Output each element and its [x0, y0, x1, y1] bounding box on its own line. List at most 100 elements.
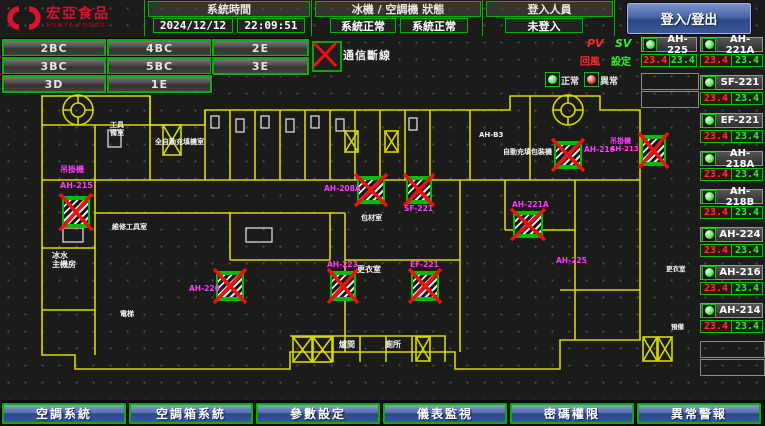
- unit-values-ah-224: 23.423.4: [700, 244, 763, 257]
- unit-name-label: AH-214: [718, 305, 762, 316]
- led-glyph: [705, 40, 714, 49]
- offline-unit-icon[interactable]: [411, 271, 439, 301]
- unit-tile-ah-216[interactable]: AH-216: [700, 265, 763, 280]
- status-led-icon: [702, 76, 716, 90]
- pv-value: 23.4: [701, 169, 732, 180]
- unit-values-ah-218b: 23.423.4: [700, 206, 763, 219]
- equipment-label: AH-225: [556, 257, 587, 265]
- sv-value: 23.4: [732, 169, 762, 180]
- unit-tile-ah-218b[interactable]: AH-218B: [700, 189, 763, 204]
- unit-name-label: AH-225: [659, 34, 696, 56]
- equipment-label: AH-221A: [512, 201, 549, 209]
- equipment-label: SF-221: [404, 205, 433, 213]
- equipment-label: EF-221: [410, 261, 439, 269]
- pv-value: 23.4: [701, 245, 732, 256]
- hmi-screen: 宏亞食品 HUNYA FOODS 系統時間 2024/12/12 22:09:5…: [0, 0, 765, 426]
- equipment-label: 吊掛機: [60, 166, 84, 175]
- nav-button-5[interactable]: 密碼權限: [510, 403, 634, 424]
- unit-values-ah-216: 23.423.4: [700, 282, 763, 295]
- pv-value: 23.4: [701, 321, 732, 332]
- sv-value: 23.4: [732, 321, 762, 332]
- led-glyph: [646, 40, 655, 49]
- room-label: 更衣室: [357, 266, 381, 275]
- sv-value: 23.4: [732, 93, 762, 104]
- status-led-icon: [643, 38, 657, 52]
- empty-tile: [641, 73, 699, 90]
- status-led-icon: [702, 266, 716, 280]
- led-glyph: [705, 230, 714, 239]
- room-label: 電梯: [120, 311, 134, 319]
- bottom-navigation: 空調系統空調箱系統參數設定儀表監視密碼權限異常警報: [0, 399, 765, 426]
- unit-values-ah-225: 23.423.4: [641, 54, 697, 67]
- nav-button-4[interactable]: 儀表監視: [383, 403, 507, 424]
- unit-name-label: AH-221A: [718, 34, 762, 56]
- unit-values-ef-221: 23.423.4: [700, 130, 763, 143]
- status-led-icon: [702, 190, 716, 204]
- unit-values-ah-221a: 23.423.4: [700, 54, 763, 67]
- nav-button-1[interactable]: 空調系統: [2, 403, 126, 424]
- room-label: AH-B3: [479, 132, 503, 140]
- status-led-icon: [702, 228, 716, 242]
- room-label: 工具 備室: [110, 122, 124, 137]
- room-label: 爐間: [339, 341, 355, 350]
- equipment-label: AH-215: [60, 182, 93, 191]
- unit-tile-ah-221a[interactable]: AH-221A: [700, 37, 763, 52]
- room-label: 更衣室: [666, 266, 686, 273]
- room-label: 全自動充填機室: [155, 139, 204, 147]
- status-led-icon: [702, 152, 716, 166]
- unit-tile-ef-221[interactable]: EF-221: [700, 113, 763, 128]
- pv-value: 23.4: [642, 55, 670, 66]
- unit-values-ah-218a: 23.423.4: [700, 168, 763, 181]
- led-glyph: [705, 78, 714, 87]
- sv-value: 23.4: [732, 131, 762, 142]
- sv-value: 23.4: [670, 55, 697, 66]
- unit-tile-ah-214[interactable]: AH-214: [700, 303, 763, 318]
- pv-value: 23.4: [701, 93, 732, 104]
- offline-unit-icon[interactable]: [216, 271, 244, 301]
- status-led-icon: [702, 38, 716, 52]
- pv-value: 23.4: [701, 283, 732, 294]
- offline-unit-icon[interactable]: [554, 141, 582, 169]
- unit-name-label: EF-221: [718, 115, 762, 126]
- unit-name-label: AH-216: [718, 267, 762, 278]
- offline-unit-icon[interactable]: [62, 196, 90, 228]
- nav-button-2[interactable]: 空調箱系統: [129, 403, 253, 424]
- pv-value: 23.4: [701, 207, 732, 218]
- sv-value: 23.4: [732, 245, 762, 256]
- room-label: 自動充填包裝機: [503, 149, 552, 157]
- led-glyph: [705, 268, 714, 277]
- equipment-label: AH-223: [327, 261, 358, 269]
- unit-tile-ah-224[interactable]: AH-224: [700, 227, 763, 242]
- unit-tile-ah-218a[interactable]: AH-218A: [700, 151, 763, 166]
- offline-unit-icon[interactable]: [406, 176, 432, 204]
- sv-value: 23.4: [732, 283, 762, 294]
- unit-name-label: AH-224: [718, 229, 762, 240]
- nav-button-6[interactable]: 異常警報: [637, 403, 761, 424]
- empty-tile: [700, 359, 765, 376]
- offline-unit-icon[interactable]: [641, 135, 666, 166]
- unit-tile-ah-225[interactable]: AH-225: [641, 37, 697, 52]
- sv-value: 23.4: [732, 55, 762, 66]
- unit-name-label: SF-221: [718, 77, 762, 88]
- room-label: 維修工具室: [112, 224, 147, 232]
- sv-value: 23.4: [732, 207, 762, 218]
- room-label: 預備: [671, 324, 684, 331]
- empty-tile: [641, 91, 699, 108]
- equipment-label: AH-226: [189, 285, 220, 293]
- offline-unit-icon[interactable]: [513, 211, 543, 238]
- equipment-label: AH-208A: [324, 185, 361, 193]
- room-label: 廁所: [385, 341, 401, 350]
- nav-button-3[interactable]: 參數設定: [256, 403, 380, 424]
- led-glyph: [705, 306, 714, 315]
- unit-values-sf-221: 23.423.4: [700, 92, 763, 105]
- room-label: 包材室: [361, 215, 382, 223]
- led-glyph: [705, 154, 714, 163]
- led-glyph: [705, 192, 714, 201]
- unit-name-label: AH-218A: [718, 148, 762, 170]
- unit-name-label: AH-218B: [718, 186, 762, 208]
- offline-unit-icon[interactable]: [330, 271, 356, 301]
- room-label: 冰水 主機房: [52, 252, 76, 270]
- unit-values-ah-214: 23.423.4: [700, 320, 763, 333]
- unit-tile-sf-221[interactable]: SF-221: [700, 75, 763, 90]
- offline-unit-icon[interactable]: [357, 176, 385, 204]
